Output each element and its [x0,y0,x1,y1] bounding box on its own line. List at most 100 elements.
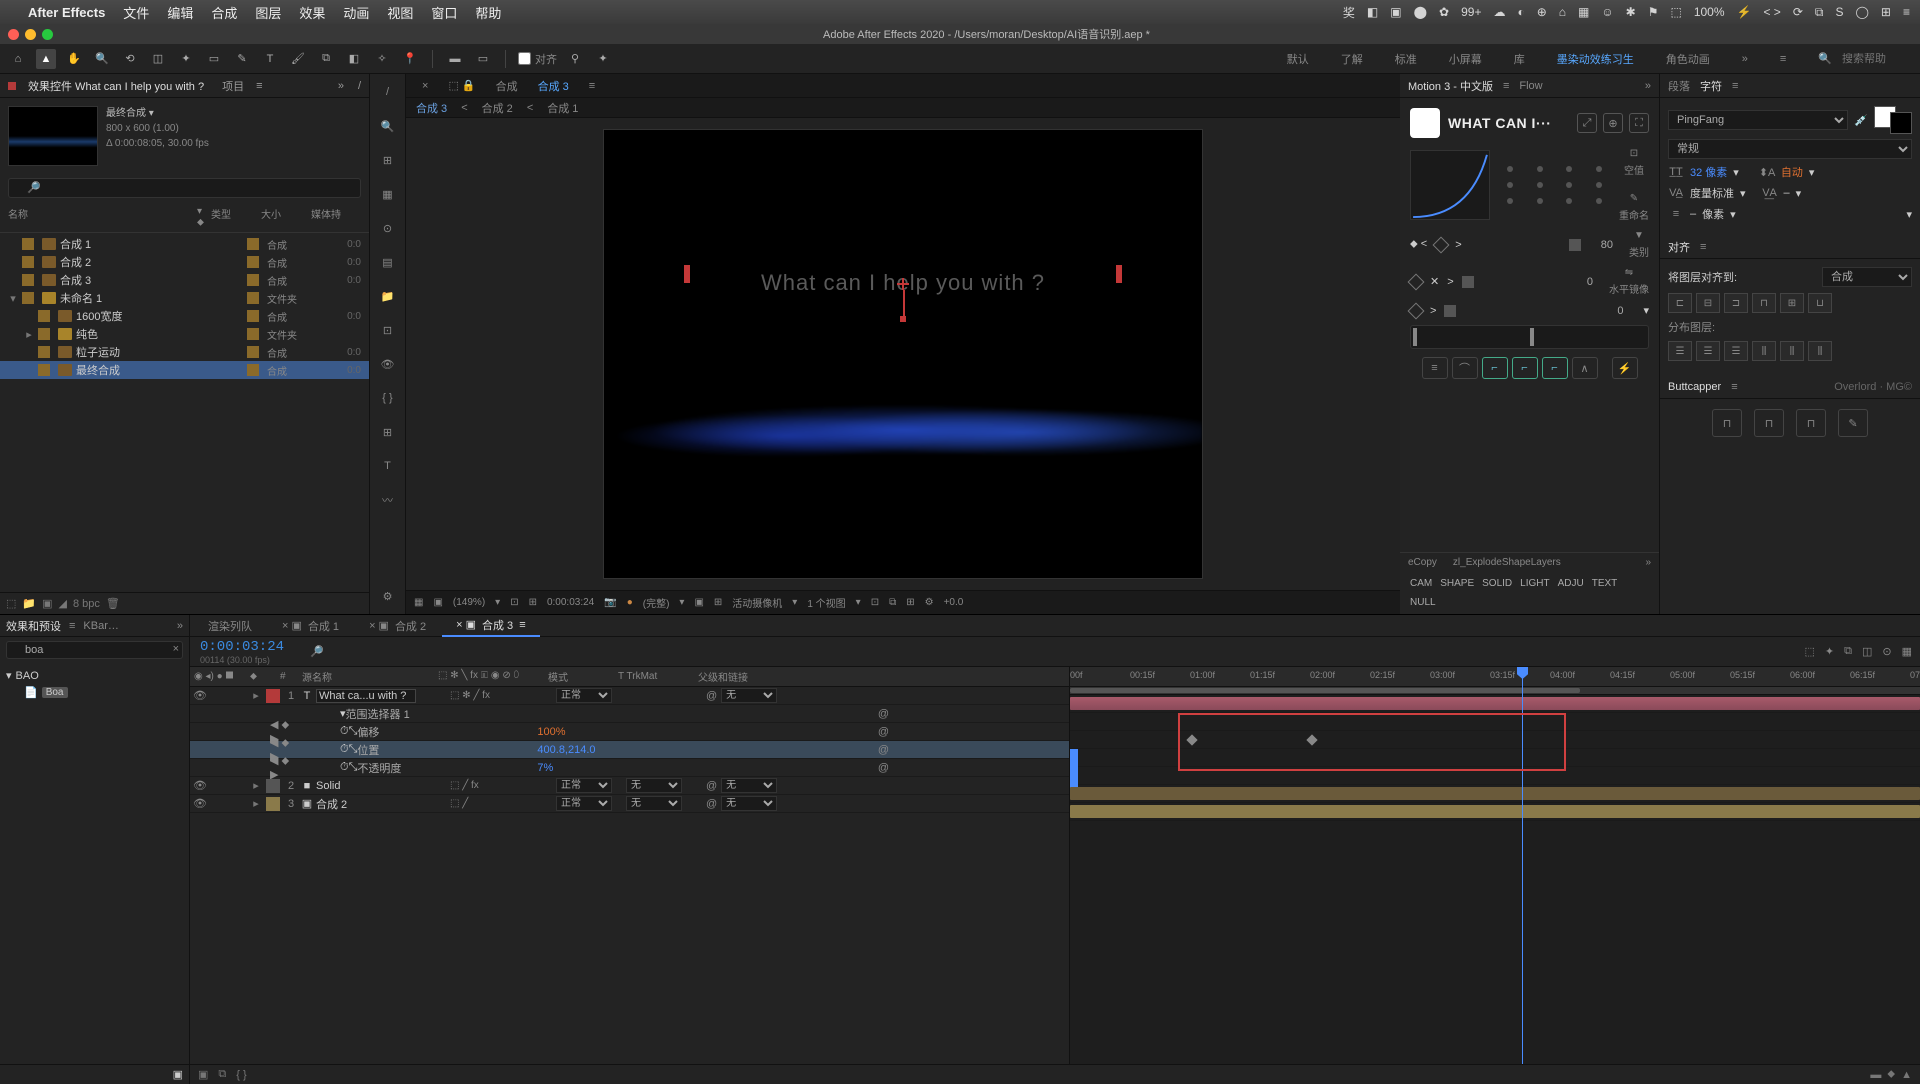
slider-handle[interactable] [1569,239,1581,251]
comp-name[interactable]: 最终合成 ▾ [106,106,209,121]
menu-file[interactable]: 文件 [123,3,149,22]
channel-icon[interactable]: ● [627,597,633,608]
tl-ico-5[interactable]: ⊙ [1882,645,1891,658]
snap-checkbox[interactable]: 对齐 [518,51,557,67]
battery-icon[interactable]: ⚡ [1737,5,1752,19]
clone-tool-icon[interactable]: ⧉ [316,49,336,69]
kbar-tab[interactable]: KBar… [83,620,118,632]
adjust-icon[interactable]: ◢ [59,597,67,610]
clear-search-icon[interactable]: × [173,643,179,655]
composition-canvas[interactable]: What can I help you with ? [406,118,1400,590]
collapse-icon[interactable]: ▾ [1643,304,1649,317]
overflow-icon[interactable]: » [177,620,183,632]
res-icon[interactable]: ▣ [433,597,442,608]
motion-slider[interactable] [1410,325,1649,349]
panel-menu-icon[interactable]: ≡ [69,620,75,632]
menu-edit[interactable]: 编辑 [167,3,193,22]
pen-tool-icon[interactable]: ✎ [232,49,252,69]
interpret-icon[interactable]: ⬚ [6,597,16,610]
dist-6-icon[interactable]: ⫼ [1808,341,1832,361]
bpc-toggle[interactable]: 8 bpc [73,598,100,610]
hdr-source[interactable]: 源名称 [298,669,438,684]
kerning-value[interactable]: 度量标准 [1690,185,1734,201]
resolution-select[interactable]: (完整) [643,595,670,610]
vp-tab-current[interactable]: 合成 3 [530,76,577,96]
col-name[interactable]: 名称 [8,206,197,228]
project-tab[interactable]: 项目 [216,76,250,96]
help-search-input[interactable] [1842,53,1912,65]
cmd-light[interactable]: LIGHT [1520,578,1549,589]
track-position[interactable] [1070,749,1920,767]
panel-slash-icon[interactable]: / [358,80,361,92]
snapshot-icon[interactable]: 📷 [604,597,616,608]
panel-menu-icon[interactable]: ≡ [1732,80,1738,92]
tl-tab-2[interactable]: × ▣ 合成 2 [355,616,440,636]
track-layer-3[interactable] [1070,803,1920,821]
status-icon[interactable]: ◧ [1367,5,1378,19]
workspace-anim[interactable]: 角色动画 [1660,47,1716,71]
strip-gear-icon[interactable]: ⚙ [378,586,398,606]
panel-menu-icon[interactable]: ≡ [1731,381,1737,393]
ease-peak-icon[interactable]: ∧ [1572,357,1598,379]
col-type[interactable]: 类型 [211,206,261,228]
pin-tool-icon[interactable]: 📍 [400,49,420,69]
status-icon[interactable]: ⚑ [1648,5,1659,19]
workspace-menu-icon[interactable]: ≡ [1774,49,1792,69]
vp-tab-menu-icon[interactable]: ≡ [581,78,603,94]
layer-property-row[interactable]: ▾范围选择器 1@ [190,705,1069,723]
status-icon[interactable]: ⬚ [1670,5,1681,19]
cap-1-icon[interactable]: ⊓ [1712,409,1742,437]
mirror-button[interactable]: ⇋水平镜像 [1609,267,1649,296]
workspace-custom[interactable]: 墨染动效练习生 [1551,47,1640,71]
zoom-tool-icon[interactable]: 🔍 [92,49,112,69]
align-target-select[interactable]: 合成 [1822,267,1912,287]
track-layer-2[interactable] [1070,785,1920,803]
new-folder-icon[interactable]: 📁 [22,597,36,610]
effect-controls-tab[interactable]: 效果控件 What can I help you with ? [22,76,210,96]
hdr-av[interactable]: ◉ ◂) ● ⯀ [190,671,250,682]
status-icon[interactable]: ◐ [1517,5,1524,19]
kf-nav-icon[interactable]: ⬥ < [1410,238,1427,251]
project-item[interactable]: ▾未命名 1文件夹 [0,289,369,307]
tl-tab-1[interactable]: × ▣ 合成 1 [268,616,353,636]
hdr-mode[interactable]: 模式 [548,669,618,684]
status-icon[interactable]: ✿ [1439,5,1449,19]
status-icon[interactable]: ◯ [1855,5,1868,19]
layer-property-row[interactable]: ◀ ⬥ ▶⏱⤡偏移100%@ [190,723,1069,741]
minimize-button[interactable] [25,29,36,40]
val-b[interactable]: 0 [1569,276,1593,288]
strip-text-icon[interactable]: / [378,82,398,102]
stroke-opt-icon[interactable]: ▾ [1906,208,1912,221]
menu-animation[interactable]: 动画 [343,3,369,22]
maximize-button[interactable] [42,29,53,40]
project-item[interactable]: 1600宽度合成0:0 [0,307,369,325]
strip-folder-icon[interactable]: 📁 [378,286,398,306]
strip-crop-icon[interactable]: ⊡ [378,320,398,340]
roi-icon[interactable]: ▣ [694,597,703,608]
panel-overflow-icon[interactable]: » [1645,80,1651,92]
color-swatches[interactable] [1874,106,1912,134]
strip-wave-icon[interactable]: 〰 [378,490,398,510]
ease-both-icon[interactable]: ⌐ [1542,357,1568,379]
preset-dot-grid[interactable] [1500,166,1609,204]
hdr-parent[interactable]: 父级和链接 [698,669,1069,684]
breadcrumb-item[interactable]: 合成 1 [547,100,578,116]
kf-icon[interactable] [1408,302,1425,319]
cmd-cam[interactable]: CAM [1410,578,1432,589]
tl-tab-3[interactable]: × ▣ 合成 3 ≡ [442,615,539,637]
col-media[interactable]: 媒体持 [311,206,361,228]
vp-ico[interactable]: ⊡ [871,597,879,608]
motion-tab[interactable]: Motion 3 - 中文版 [1408,78,1493,94]
views-select[interactable]: 1 个视图 [807,595,845,610]
tl-ico-6[interactable]: ▦ [1902,645,1912,658]
layer-property-row[interactable]: ◀ ⬥ ▶⏱⤡不透明度7%@ [190,759,1069,777]
layer-property-row[interactable]: ◀ ⬥ ▶⏱⤡位置400.8,214.0@ [190,741,1069,759]
tl-foot-ico[interactable]: ▣ [198,1068,208,1081]
new-bin-icon[interactable]: ▣ [173,1068,183,1081]
zoom-out-icon[interactable]: ▬ [1870,1069,1881,1081]
hdr-switches[interactable]: ⬚ ✻ ╲ fx 🗉 ◉ ⊘ ⬯ [438,668,548,685]
menu-help[interactable]: 帮助 [475,3,501,22]
status-icon[interactable]: S [1835,5,1843,19]
strip-brace-icon[interactable]: { } [378,388,398,408]
kf-nav-icon[interactable]: > [1430,305,1436,317]
